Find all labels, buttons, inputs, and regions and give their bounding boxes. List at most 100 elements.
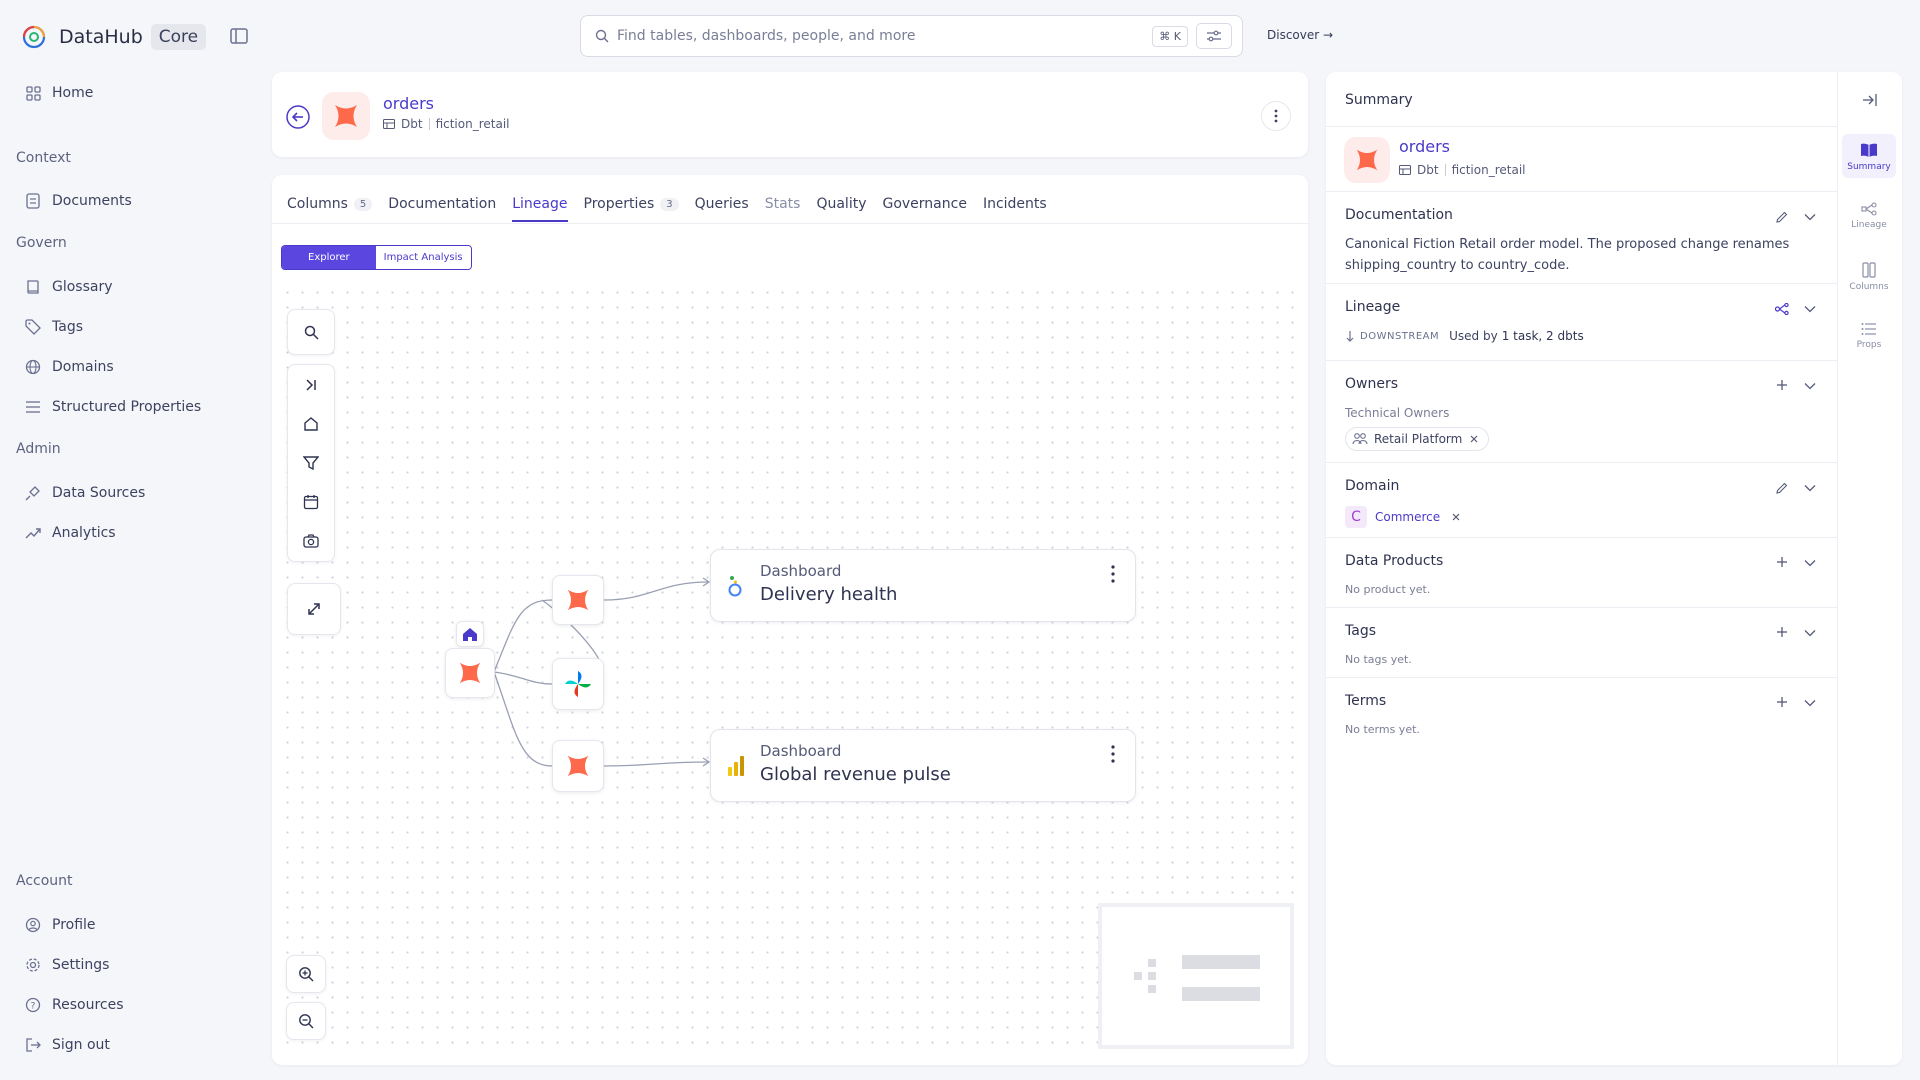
collapse-section-button[interactable] — [1802, 378, 1818, 394]
strip-label: Columns — [1849, 282, 1889, 292]
minimap-preview — [1134, 955, 1260, 1001]
home-icon — [463, 627, 477, 641]
strip-label: Lineage — [1851, 220, 1887, 230]
lineage-node-dbt-lower[interactable] — [552, 740, 604, 792]
list-icon — [1861, 323, 1876, 335]
strip-label: Props — [1856, 340, 1882, 350]
data-products-section: Data Products No product yet. — [1326, 537, 1837, 607]
domain-name: Commerce — [1375, 510, 1441, 524]
section-title: Lineage — [1345, 299, 1401, 315]
summary-entity-subtitle: Dbt fiction_retail — [1399, 163, 1525, 177]
close-icon[interactable] — [1452, 513, 1460, 521]
chevron-down-icon — [1804, 630, 1816, 637]
add-data-product-button[interactable] — [1774, 554, 1790, 570]
chevron-down-icon — [1804, 214, 1816, 221]
terms-empty: No terms yet. — [1345, 723, 1420, 736]
more-vertical-icon — [1111, 565, 1115, 583]
owner-pill[interactable]: Retail Platform — [1345, 427, 1490, 451]
pencil-icon — [1776, 211, 1788, 223]
plus-icon — [1777, 380, 1787, 390]
node-menu-button[interactable] — [1111, 564, 1115, 584]
more-vertical-icon — [1111, 745, 1115, 763]
owners-subtitle: Technical Owners — [1345, 406, 1450, 420]
section-title: Data Products — [1345, 553, 1444, 569]
chevron-down-icon — [1804, 485, 1816, 492]
strip-columns[interactable]: Columns — [1842, 254, 1896, 298]
summary-entity: orders Dbt fiction_retail — [1326, 126, 1837, 191]
divider — [1444, 164, 1446, 176]
dbt-logo-icon — [459, 662, 481, 684]
section-title: Owners — [1345, 376, 1399, 392]
node-name: Global revenue pulse — [760, 764, 951, 785]
airflow-logo-icon — [565, 671, 591, 697]
lineage-icon — [1861, 202, 1877, 216]
lineage-node-dbt-upper[interactable] — [552, 575, 604, 625]
dbt-logo-icon — [567, 755, 589, 777]
owners-section: Owners Technical Owners Retail Platform — [1326, 360, 1837, 462]
tags-section: Tags No tags yet. — [1326, 607, 1837, 677]
powerbi-logo-icon — [727, 755, 745, 777]
lineage-direction: DOWNSTREAM — [1360, 330, 1440, 342]
lineage-minimap[interactable] — [1098, 903, 1294, 1049]
collapse-section-button[interactable] — [1802, 695, 1818, 711]
zoom-out-icon — [299, 1014, 314, 1029]
node-menu-button[interactable] — [1111, 744, 1115, 764]
book-open-icon — [1861, 143, 1877, 157]
plus-icon — [1777, 697, 1787, 707]
section-title: Terms — [1345, 693, 1387, 709]
lineage-node-orders[interactable] — [445, 648, 495, 698]
domain-avatar: C — [1345, 506, 1367, 528]
chevron-down-icon — [1804, 306, 1816, 313]
edit-documentation-button[interactable] — [1774, 209, 1790, 225]
strip-lineage[interactable]: Lineage — [1842, 194, 1896, 236]
lineage-icon — [1775, 303, 1789, 315]
tags-empty: No tags yet. — [1345, 653, 1412, 666]
lineage-summary: DOWNSTREAM Used by 1 task, 2 dbts — [1345, 329, 1584, 343]
documentation-section: Documentation Canonical Fiction Retail o… — [1326, 191, 1837, 283]
view-lineage-button[interactable] — [1774, 301, 1790, 317]
section-title: Documentation — [1345, 207, 1453, 223]
lineage-node-dashboard[interactable]: Dashboard Global revenue pulse — [710, 729, 1136, 802]
data-products-empty: No product yet. — [1345, 583, 1431, 596]
edit-domain-button[interactable] — [1774, 480, 1790, 496]
summary-entity-name[interactable]: orders — [1399, 137, 1450, 156]
collapse-section-button[interactable] — [1802, 480, 1818, 496]
summary-title: Summary — [1345, 92, 1413, 108]
collapse-section-button[interactable] — [1802, 209, 1818, 225]
domain-pill[interactable]: C Commerce — [1345, 506, 1460, 528]
close-panel-button[interactable] — [1862, 92, 1878, 108]
strip-props[interactable]: Props — [1842, 314, 1896, 356]
dbt-logo-icon — [1344, 137, 1390, 183]
collapse-section-button[interactable] — [1802, 301, 1818, 317]
columns-icon — [1862, 262, 1876, 278]
collapse-right-icon — [1863, 94, 1877, 106]
lineage-node-dashboard[interactable]: Dashboard Delivery health — [710, 549, 1136, 622]
plus-icon — [1777, 627, 1787, 637]
users-icon — [1352, 433, 1368, 445]
lineage-node-airflow-task[interactable] — [552, 658, 604, 710]
section-title: Domain — [1345, 478, 1400, 494]
domain-section: Domain C Commerce — [1326, 462, 1837, 537]
home-node-marker — [456, 621, 484, 647]
terms-section: Terms No terms yet. — [1326, 677, 1837, 747]
zoom-in-icon — [299, 967, 314, 982]
add-tag-button[interactable] — [1774, 624, 1790, 640]
chevron-down-icon — [1804, 383, 1816, 390]
collapse-section-button[interactable] — [1802, 625, 1818, 641]
zoom-out-button[interactable] — [286, 1002, 326, 1040]
add-term-button[interactable] — [1774, 694, 1790, 710]
lineage-used-prefix: Used by — [1449, 329, 1498, 343]
node-type: Dashboard — [760, 742, 842, 760]
zoom-in-button[interactable] — [286, 955, 326, 993]
close-icon[interactable] — [1470, 435, 1478, 443]
dbt-logo-icon — [567, 589, 589, 611]
node-name: Delivery health — [760, 584, 898, 605]
add-owner-button[interactable] — [1774, 377, 1790, 393]
strip-summary[interactable]: Summary — [1842, 134, 1896, 178]
chevron-down-icon — [1804, 700, 1816, 707]
lineage-section: Lineage DOWNSTREAM Used by 1 task, 2 dbt… — [1326, 283, 1837, 360]
collapse-section-button[interactable] — [1802, 555, 1818, 571]
entity-container[interactable]: fiction_retail — [1452, 163, 1526, 177]
lineage-used-count: 1 task, 2 dbts — [1501, 329, 1584, 343]
strip-label: Summary — [1847, 162, 1891, 172]
